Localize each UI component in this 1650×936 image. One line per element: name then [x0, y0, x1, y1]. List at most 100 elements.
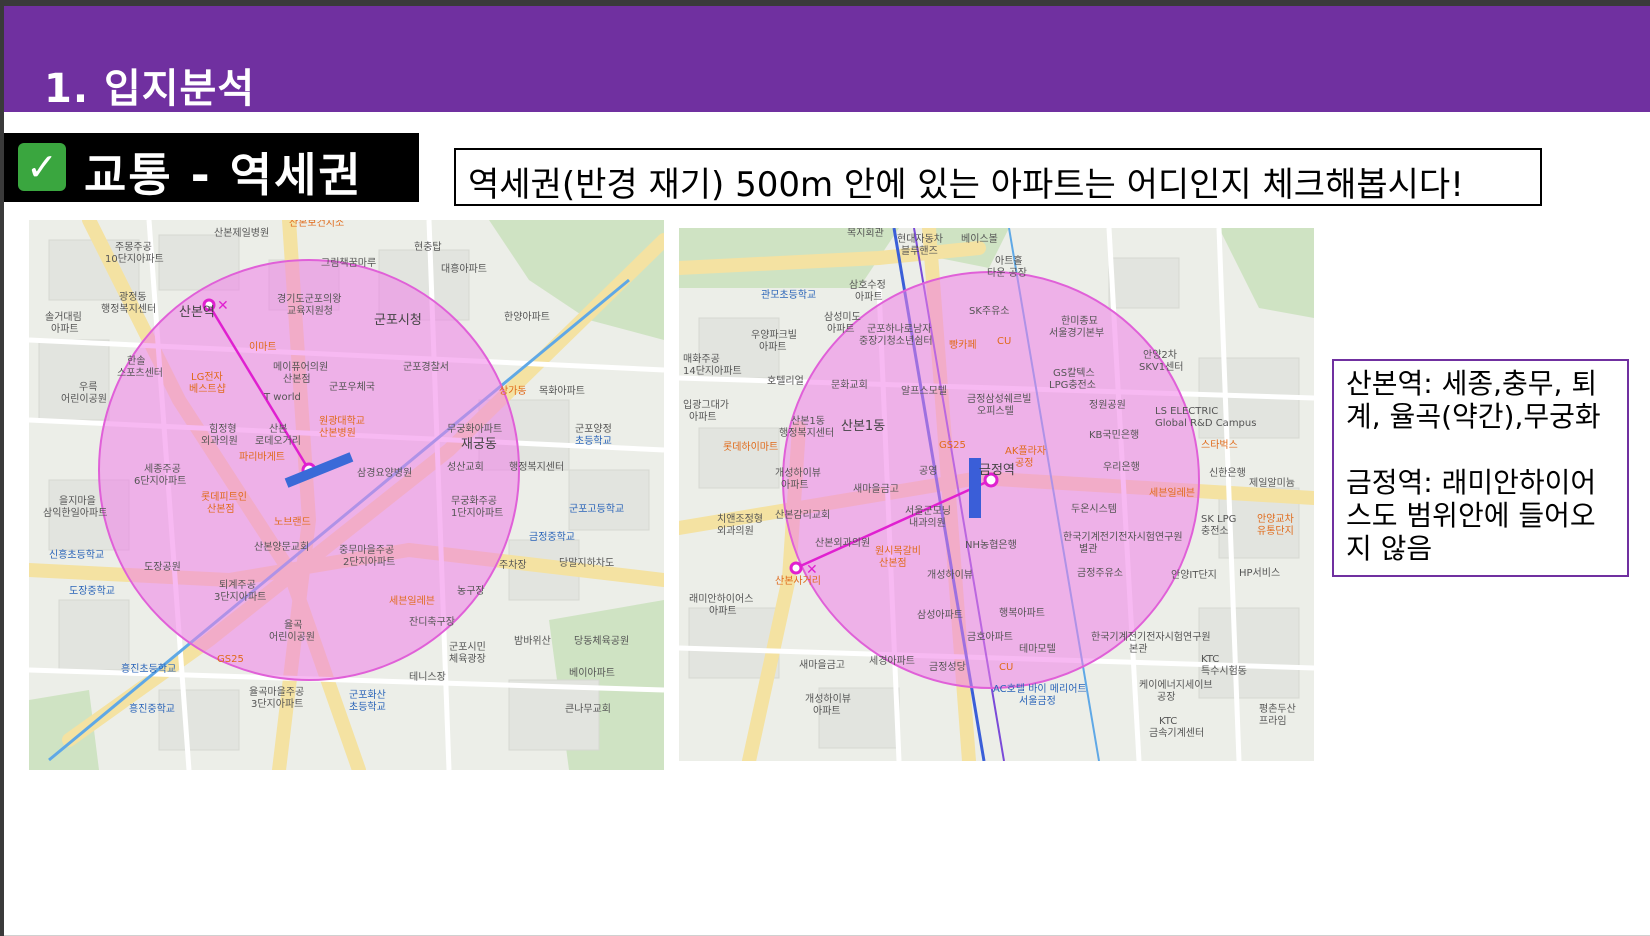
svg-text:우륵: 우륵: [79, 381, 97, 393]
svg-text:산본외과의원: 산본외과의원: [815, 537, 870, 549]
svg-text:안양IT단지: 안양IT단지: [1171, 569, 1217, 581]
svg-text:파리바게트: 파리바게트: [239, 451, 285, 463]
svg-text:산본1동: 산본1동: [841, 419, 885, 434]
svg-text:Global R&D Campus: Global R&D Campus: [1155, 418, 1256, 429]
svg-text:아파트: 아파트: [781, 479, 809, 491]
svg-text:아파트: 아파트: [813, 705, 841, 717]
svg-text:아파트: 아파트: [827, 323, 855, 335]
svg-text:T world: T world: [263, 392, 301, 403]
svg-text:안양2차: 안양2차: [1143, 349, 1177, 361]
svg-text:CU: CU: [999, 662, 1013, 673]
svg-text:힘정형: 힘정형: [209, 423, 237, 435]
svg-text:한국기계전기전자시험연구원: 한국기계전기전자시험연구원: [1063, 531, 1183, 543]
svg-text:서울금정: 서울금정: [1019, 695, 1056, 707]
svg-text:10단지아파트: 10단지아파트: [105, 253, 164, 265]
svg-text:체육광장: 체육광장: [449, 653, 486, 665]
svg-text:행정복지센터: 행정복지센터: [509, 461, 564, 473]
svg-text:메이퓨어의원: 메이퓨어의원: [273, 361, 328, 373]
svg-text:로데오거리: 로데오거리: [255, 435, 301, 447]
svg-text:아파트: 아파트: [709, 605, 737, 617]
svg-text:중장기청소년쉼터: 중장기청소년쉼터: [859, 335, 933, 347]
svg-text:행복아파트: 행복아파트: [999, 607, 1045, 619]
svg-text:큰나무교회: 큰나무교회: [565, 703, 611, 715]
svg-text:당동체육공원: 당동체육공원: [574, 635, 629, 647]
svg-text:타운 공장: 타운 공장: [987, 267, 1027, 279]
svg-text:테마모텔: 테마모텔: [1019, 643, 1056, 655]
svg-text:율곡: 율곡: [284, 619, 302, 631]
svg-text:당말지하차도: 당말지하차도: [559, 556, 614, 569]
svg-text:베이스볼: 베이스볼: [961, 233, 998, 245]
svg-text:주몽주공: 주몽주공: [115, 241, 152, 253]
svg-text:서울군모닝: 서울군모닝: [905, 505, 951, 517]
svg-text:원시목갈비: 원시목갈비: [875, 544, 921, 557]
svg-text:광정동: 광정동: [119, 291, 147, 303]
svg-text:평촌두산: 평촌두산: [1259, 703, 1296, 715]
svg-text:KB국민은행: KB국민은행: [1089, 429, 1139, 441]
svg-text:경기도군포의왕: 경기도군포의왕: [277, 292, 341, 305]
svg-text:산본보건지소: 산본보건지소: [289, 220, 344, 229]
svg-text:성산교회: 성산교회: [447, 461, 484, 473]
svg-text:아파트: 아파트: [51, 323, 79, 335]
svg-text:KTC: KTC: [1159, 716, 1177, 727]
svg-text:군포하나로남자: 군포하나로남자: [867, 322, 931, 335]
svg-text:잔디축구장: 잔디축구장: [409, 616, 455, 628]
svg-text:CU: CU: [997, 336, 1011, 347]
svg-text:LPG충전소: LPG충전소: [1049, 379, 1096, 391]
svg-text:개성하이뷰: 개성하이뷰: [775, 466, 821, 479]
svg-text:LS ELECTRIC: LS ELECTRIC: [1155, 406, 1218, 417]
svg-text:한미종묘: 한미종묘: [1061, 315, 1098, 327]
svg-text:흥진초등학교: 흥진초등학교: [121, 662, 176, 675]
svg-text:교육지원청: 교육지원청: [287, 305, 333, 317]
callout-box: 역세권(반경 재기) 500m 안에 있는 아파트는 어디인지 체크해봅시다!: [454, 148, 1542, 206]
svg-text:치앤조정형: 치앤조정형: [717, 513, 763, 525]
svg-text:우리은행: 우리은행: [1103, 461, 1140, 473]
map-geumjeong-station[interactable]: ✕ 복지회관 현대자동차 블루핸즈 베이스볼 아트홀 타운 공장 관모초등학교 …: [679, 228, 1314, 761]
svg-text:초등학교: 초등학교: [575, 435, 612, 447]
svg-text:군포양정: 군포양정: [575, 423, 612, 435]
check-mark-icon: ✓: [18, 143, 66, 191]
svg-text:공영: 공영: [919, 465, 937, 477]
svg-text:충전소: 충전소: [1201, 525, 1229, 537]
svg-text:한양아파트: 한양아파트: [504, 311, 550, 323]
svg-text:SK LPG: SK LPG: [1201, 514, 1236, 525]
svg-text:밤바위산: 밤바위산: [514, 634, 551, 647]
callout-text: 역세권(반경 재기) 500m 안에 있는 아파트는 어디인지 체크해봅시다!: [468, 165, 1464, 205]
svg-text:개성하이뷰: 개성하이뷰: [805, 692, 851, 705]
svg-text:새마을금고: 새마을금고: [853, 483, 899, 495]
svg-text:산본점: 산본점: [283, 373, 311, 385]
svg-text:블루핸즈: 블루핸즈: [901, 245, 938, 257]
svg-text:금정삼성쉐르빌: 금정삼성쉐르빌: [967, 393, 1031, 405]
svg-text:문화교회: 문화교회: [831, 379, 868, 391]
svg-text:AK플라자: AK플라자: [1005, 445, 1046, 457]
svg-text:현대자동차: 현대자동차: [897, 233, 943, 245]
svg-text:산본감리교회: 산본감리교회: [775, 509, 830, 521]
map-sanbon-station[interactable]: ✕ 산본제일병원 산본보건지소 주몽주공 10단지아파트 그림책꿈마루 현충탑 …: [29, 220, 664, 770]
svg-text:오피스텔: 오피스텔: [977, 405, 1014, 417]
svg-text:어린이공원: 어린이공원: [61, 393, 107, 405]
svg-text:산본양문교회: 산본양문교회: [254, 541, 309, 553]
svg-text:3단지아파트: 3단지아파트: [214, 591, 266, 603]
svg-text:프라임: 프라임: [1259, 714, 1287, 727]
slide-title: 1. 입지분석: [44, 66, 256, 112]
svg-text:SKV1센터: SKV1센터: [1139, 361, 1184, 373]
svg-text:스포츠센터: 스포츠센터: [117, 367, 163, 379]
svg-text:LG전자: LG전자: [191, 371, 223, 383]
svg-text:두온시스템: 두온시스템: [1071, 503, 1117, 515]
svg-text:14단지아파트: 14단지아파트: [683, 365, 742, 377]
svg-text:금호아파트: 금호아파트: [967, 631, 1013, 643]
svg-text:베이아파트: 베이아파트: [569, 667, 615, 679]
note-sanbon: 산본역: 세종,충무, 퇴계, 율곡(약간),무궁화: [1346, 367, 1601, 433]
svg-text:퇴계주공: 퇴계주공: [219, 579, 256, 591]
svg-text:롯데피트인: 롯데피트인: [201, 491, 247, 503]
svg-text:군포우체국: 군포우체국: [329, 381, 375, 393]
svg-text:베스트샵: 베스트샵: [189, 383, 226, 395]
svg-text:노브랜드: 노브랜드: [274, 516, 311, 528]
svg-text:군포시청: 군포시청: [374, 313, 422, 328]
section-heading: ✓ 교통 - 역세권: [4, 133, 419, 202]
note-box: 산본역: 세종,충무, 퇴계, 율곡(약간),무궁화 금정역: 래미안하이어스도…: [1332, 359, 1629, 577]
note-spacer: [1346, 433, 1615, 466]
svg-text:상가동: 상가동: [499, 385, 527, 397]
svg-text:솔거대림: 솔거대림: [45, 311, 82, 323]
svg-text:안양교차: 안양교차: [1257, 513, 1294, 525]
svg-text:호텔리얼: 호텔리얼: [767, 375, 804, 387]
